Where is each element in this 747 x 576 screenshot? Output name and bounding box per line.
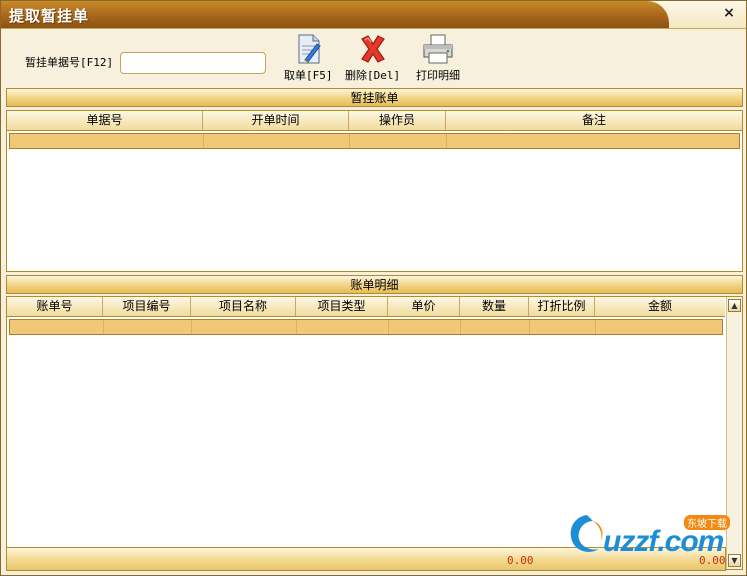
fetch-button-label: 取单[F5] xyxy=(284,69,333,82)
table-cell xyxy=(204,134,350,148)
table-cell xyxy=(350,134,447,148)
watermark-text: uzzf.com xyxy=(603,525,724,558)
col-discount-rate[interactable]: 打折比例 xyxy=(529,297,595,316)
col-operator[interactable]: 操作员 xyxy=(349,111,446,130)
bill-detail-header-row: 账单号 项目编号 项目名称 项目类型 单价 数量 打折比例 金额 xyxy=(7,297,725,317)
window-title: 提取暂挂单 xyxy=(9,7,90,25)
col-open-time[interactable]: 开单时间 xyxy=(203,111,349,130)
bill-number-label: 暂挂单据号[F12] xyxy=(25,56,114,69)
table-row[interactable] xyxy=(9,319,723,335)
col-amount[interactable]: 金额 xyxy=(595,297,725,316)
print-button[interactable]: 打印明细 xyxy=(416,33,460,83)
col-quantity[interactable]: 数量 xyxy=(460,297,529,316)
table-cell xyxy=(297,320,389,334)
table-cell xyxy=(530,320,596,334)
col-item-type[interactable]: 项目类型 xyxy=(296,297,388,316)
fetch-button[interactable]: 取单[F5] xyxy=(284,33,333,83)
bill-detail-header: 账单明细 xyxy=(6,275,743,294)
watermark-logo: 东坡下载 uzzf.com xyxy=(563,509,741,561)
print-button-label: 打印明细 xyxy=(416,69,460,82)
table-cell xyxy=(461,320,530,334)
pending-bills-header: 暂挂账单 xyxy=(6,88,743,107)
col-remark[interactable]: 备注 xyxy=(446,111,742,130)
table-cell xyxy=(104,320,192,334)
delete-button[interactable]: 删除[Del] xyxy=(345,33,400,83)
document-pen-icon xyxy=(298,34,321,64)
printer-icon xyxy=(423,34,453,64)
col-account-number[interactable]: 账单号 xyxy=(7,297,103,316)
close-button[interactable]: × xyxy=(720,4,738,22)
table-cell xyxy=(596,320,720,334)
pending-bill-window: 提取暂挂单 × 暂挂单据号[F12] 取单[F5] 删除[Del] 打印明细 暂… xyxy=(0,0,747,576)
col-item-name[interactable]: 项目名称 xyxy=(191,297,296,316)
scroll-up-icon[interactable]: ▲ xyxy=(728,299,741,312)
pending-bills-grid: 单据号 开单时间 操作员 备注 xyxy=(6,110,743,272)
title-bar: 提取暂挂单 × xyxy=(1,1,746,29)
col-unit-price[interactable]: 单价 xyxy=(388,297,460,316)
table-cell xyxy=(10,134,204,148)
col-item-code[interactable]: 项目编号 xyxy=(103,297,191,316)
title-tab: 提取暂挂单 xyxy=(1,1,669,28)
col-bill-number[interactable]: 单据号 xyxy=(7,111,203,130)
red-x-icon xyxy=(360,35,385,63)
table-cell xyxy=(192,320,297,334)
table-row[interactable] xyxy=(9,133,740,149)
table-cell xyxy=(389,320,461,334)
toolbar: 暂挂单据号[F12] 取单[F5] 删除[Del] 打印明细 xyxy=(1,29,746,87)
total-amount-left: 0.00 xyxy=(507,554,534,567)
table-cell xyxy=(447,134,739,148)
bill-number-input[interactable] xyxy=(120,52,266,74)
delete-button-label: 删除[Del] xyxy=(345,69,401,82)
pending-bills-header-row: 单据号 开单时间 操作员 备注 xyxy=(7,111,742,131)
table-cell xyxy=(10,320,104,334)
